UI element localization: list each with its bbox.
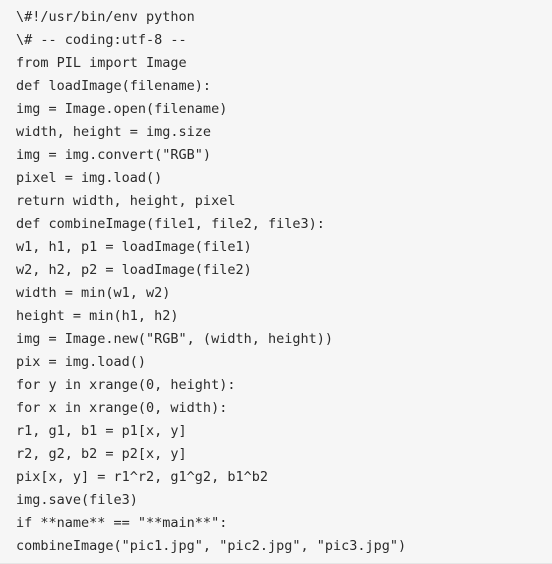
code-line: if **name** == "**main**":: [16, 515, 228, 531]
code-line: r1, g1, b1 = p1[x, y]: [16, 423, 187, 439]
code-line: height = min(h1, h2): [16, 308, 179, 324]
code-line: \#!/usr/bin/env python: [16, 9, 195, 25]
code-line: width, height = img.size: [16, 124, 212, 140]
code-line: w1, h1, p1 = loadImage(file1): [16, 239, 252, 255]
code-line: pix[x, y] = r1^r2, g1^g2, b1^b2: [16, 469, 268, 485]
code-line: combineImage("pic1.jpg", "pic2.jpg", "pi…: [16, 538, 407, 554]
code-line: pixel = img.load(): [16, 170, 163, 186]
code-line: pix = img.load(): [16, 354, 147, 370]
code-line: img.save(file3): [16, 492, 138, 508]
code-line: img = Image.new("RGB", (width, height)): [16, 331, 333, 347]
code-line: img = Image.open(filename): [16, 101, 228, 117]
code-line: r2, g2, b2 = p2[x, y]: [16, 446, 187, 462]
code-block: \#!/usr/bin/env python \# -- coding:utf-…: [0, 0, 552, 564]
code-line: for y in xrange(0, height):: [16, 377, 236, 393]
code-line: return width, height, pixel: [16, 193, 236, 209]
code-line: def loadImage(filename):: [16, 78, 212, 94]
code-line: width = min(w1, w2): [16, 285, 171, 301]
code-line: \# -- coding:utf-8 --: [16, 32, 187, 48]
code-line: def combineImage(file1, file2, file3):: [16, 216, 325, 232]
code-line: img = img.convert("RGB"): [16, 147, 212, 163]
code-line: for x in xrange(0, width):: [16, 400, 228, 416]
code-line: from PIL import Image: [16, 55, 187, 71]
code-line: w2, h2, p2 = loadImage(file2): [16, 262, 252, 278]
